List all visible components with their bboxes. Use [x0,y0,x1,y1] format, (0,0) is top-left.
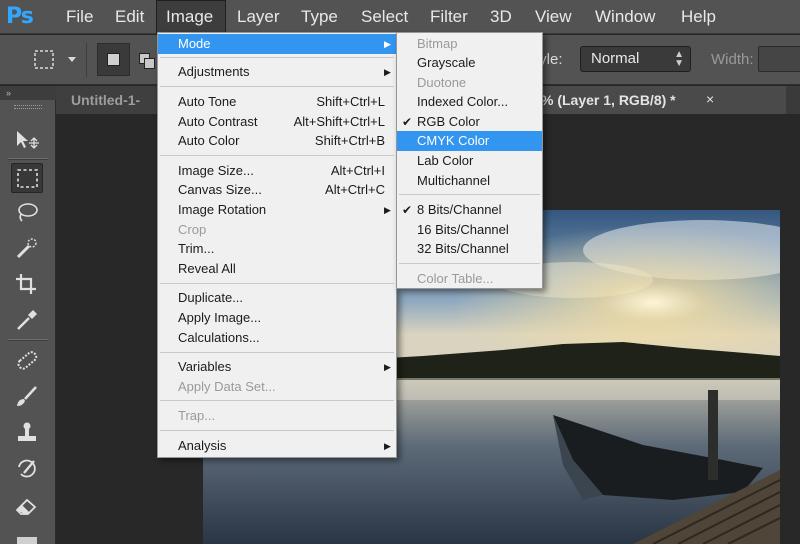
menu-separator [160,430,394,431]
menu-item-apply-data-set[interactable]: Apply Data Set... [158,377,396,397]
menu-help[interactable]: Help [672,0,725,34]
mode-item-cmyk-color[interactable]: CMYK Color [397,131,542,151]
tab-active-document[interactable]: % (Layer 1, RGB/8) * [541,86,786,114]
image-menu: Mode ▶ Adjustments ▶ Auto Tone Shift+Ctrl+L… [157,32,397,458]
submenu-arrow-icon: ▶ [384,39,391,49]
mode-item-grayscale[interactable]: Grayscale [397,53,542,73]
style-select-value: Normal [591,50,640,67]
crop-tool-icon[interactable] [11,269,43,299]
menu-item-adjustments[interactable]: Adjustments ▶ [158,62,396,82]
add-selection-button[interactable] [134,43,156,76]
mode-item-32-bits[interactable]: 32 Bits/Channel [397,239,542,259]
menu-separator [160,57,394,58]
menu-item-auto-color[interactable]: Auto Color Shift+Ctrl+B [158,131,396,151]
mode-item-indexed-color[interactable]: Indexed Color... [397,92,542,112]
preset-dropdown-icon[interactable] [68,57,76,62]
mode-item-bitmap[interactable]: Bitmap [397,34,542,54]
menu-view[interactable]: View [526,0,581,34]
collapse-panel-icon[interactable]: » [0,86,56,100]
menu-item-image-rotation[interactable]: Image Rotation ▶ [158,200,396,220]
panel-grip[interactable] [14,105,42,109]
menu-item-duplicate[interactable]: Duplicate... [158,288,396,308]
menu-item-trim[interactable]: Trim... [158,239,396,259]
eyedropper-tool-icon[interactable] [11,305,43,335]
menu-bar: Ps File Edit Image Layer Type Select Fil… [0,0,800,34]
submenu-arrow-icon: ▶ [384,441,391,451]
tools-panel: » [0,86,56,544]
menu-item-auto-tone[interactable]: Auto Tone Shift+Ctrl+L [158,92,396,112]
photoshop-logo: Ps [6,4,34,29]
menu-separator [160,400,394,401]
new-selection-button[interactable] [97,43,130,76]
mode-item-16-bits[interactable]: 16 Bits/Channel [397,220,542,240]
style-select[interactable]: Normal ▲ ▼ [580,46,691,72]
mode-item-rgb-color[interactable]: ✔ RGB Color [397,112,542,132]
menu-item-crop[interactable]: Crop [158,220,396,240]
healing-brush-tool-icon[interactable] [11,345,43,375]
menu-layer[interactable]: Layer [228,0,289,34]
menu-item-mode[interactable]: Mode ▶ [158,34,396,54]
brush-tool-icon[interactable] [11,382,43,412]
mode-item-multichannel[interactable]: Multichannel [397,171,542,191]
menu-item-image-size[interactable]: Image Size... Alt+Ctrl+I [158,161,396,181]
move-tool-icon[interactable] [11,126,43,156]
photoshop-window: Ps File Edit Image Layer Type Select Fil… [0,0,800,544]
menu-item-apply-image[interactable]: Apply Image... [158,308,396,328]
menu-type[interactable]: Type [292,0,347,34]
menu-item-calculations[interactable]: Calculations... [158,328,396,348]
tool-separator [8,158,48,160]
submenu-arrow-icon: ▶ [384,67,391,77]
checkmark-icon: ✔ [402,115,413,129]
menu-item-reveal-all[interactable]: Reveal All [158,259,396,279]
menu-filter[interactable]: Filter [421,0,477,34]
marquee-tool-icon[interactable] [11,163,43,193]
updown-arrows-icon: ▲ ▼ [674,49,684,69]
clone-stamp-tool-icon[interactable] [11,418,43,448]
menu-item-auto-contrast[interactable]: Auto Contrast Alt+Shift+Ctrl+L [158,112,396,132]
close-tab-icon[interactable]: × [706,91,714,107]
menu-3d[interactable]: 3D [481,0,521,34]
menu-image[interactable]: Image [156,0,226,34]
mode-item-lab-color[interactable]: Lab Color [397,151,542,171]
mode-submenu: Bitmap Grayscale Duotone Indexed Color..… [396,32,543,289]
submenu-arrow-icon: ▶ [384,205,391,215]
menu-edit[interactable]: Edit [106,0,153,34]
tool-separator [8,339,48,341]
width-input[interactable] [758,46,800,72]
menu-separator [160,155,394,156]
history-brush-tool-icon[interactable] [11,454,43,484]
quick-selection-tool-icon[interactable] [11,234,43,264]
options-divider [86,43,87,77]
mode-item-duotone[interactable]: Duotone [397,73,542,93]
menu-item-analysis[interactable]: Analysis ▶ [158,436,396,456]
menu-item-variables[interactable]: Variables ▶ [158,357,396,377]
menu-separator [399,263,540,264]
menu-separator [160,283,394,284]
menu-separator [160,352,394,353]
gradient-tool-icon[interactable] [11,528,43,544]
width-label: Width: [711,51,754,68]
mode-item-8-bits[interactable]: ✔ 8 Bits/Channel [397,200,542,220]
menu-window[interactable]: Window [586,0,664,34]
eraser-tool-icon[interactable] [11,491,43,521]
checkmark-icon: ✔ [402,203,413,217]
submenu-arrow-icon: ▶ [384,362,391,372]
menu-item-trap[interactable]: Trap... [158,406,396,426]
mode-item-color-table[interactable]: Color Table... [397,269,542,289]
menu-separator [160,86,394,87]
menu-file[interactable]: File [57,0,102,34]
marquee-preset-icon[interactable] [30,45,60,75]
lasso-tool-icon[interactable] [11,198,43,228]
menu-separator [399,194,540,195]
tab-untitled[interactable]: Untitled-1- [56,86,156,114]
menu-select[interactable]: Select [352,0,417,34]
menu-item-canvas-size[interactable]: Canvas Size... Alt+Ctrl+C [158,180,396,200]
